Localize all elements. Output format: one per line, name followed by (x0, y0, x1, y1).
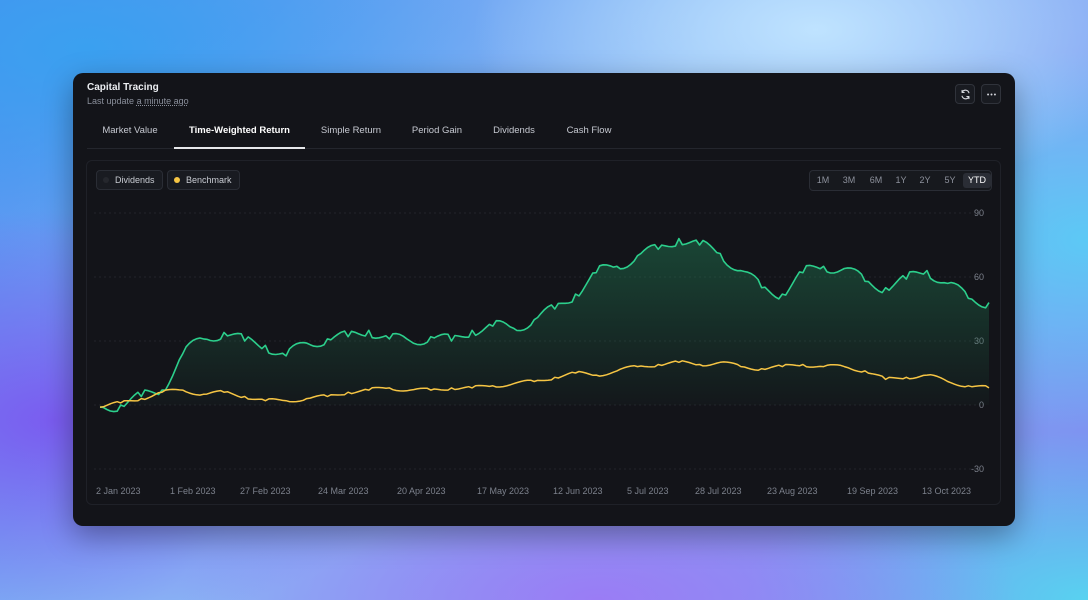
last-update-label: Last update (87, 96, 135, 106)
x-tick-label: 19 Sep 2023 (847, 486, 898, 496)
x-tick-label: 23 Aug 2023 (767, 486, 818, 496)
refresh-icon (961, 89, 969, 99)
more-horizontal-icon (986, 93, 996, 95)
x-tick-label: 2 Jan 2023 (96, 486, 141, 496)
x-tick-label: 20 Apr 2023 (397, 486, 446, 496)
chart-panel: Dividends Benchmark 1M 3M 6M 1Y 2Y 5Y YT… (86, 160, 1001, 505)
twr-line-chart: 9060300-30 2 Jan 20231 Feb 202327 Feb 20… (94, 208, 990, 496)
series (99, 237, 990, 413)
x-axis: 2 Jan 2023 1 Feb 2023 27 Feb 2023 24 Mar 20… (96, 486, 971, 496)
x-tick-label: 28 Jul 2023 (695, 486, 742, 496)
return-area (100, 238, 989, 412)
x-tick-label: 24 Mar 2023 (318, 486, 369, 496)
x-tick-label: 13 Oct 2023 (922, 486, 971, 496)
tab-dividends[interactable]: Dividends (480, 118, 548, 147)
tab-bar: Market Value Time-Weighted Return Simple… (87, 118, 1001, 149)
tab-time-weighted-return[interactable]: Time-Weighted Return (174, 118, 305, 149)
x-tick-label: 1 Feb 2023 (170, 486, 216, 496)
tab-simple-return[interactable]: Simple Return (309, 118, 393, 147)
tab-cash-flow[interactable]: Cash Flow (554, 118, 624, 147)
y-tick-label: -30 (971, 464, 984, 474)
card-subtitle: Last update a minute ago (87, 96, 189, 106)
x-tick-label: 17 May 2023 (477, 486, 529, 496)
card-title: Capital Tracing (87, 82, 159, 93)
x-tick-label: 12 Jun 2023 (553, 486, 603, 496)
more-button[interactable] (981, 84, 1001, 104)
x-tick-label: 5 Jul 2023 (627, 486, 669, 496)
last-update-time: a minute ago (136, 96, 189, 106)
y-tick-label: 90 (974, 208, 984, 218)
refresh-button[interactable] (955, 84, 975, 104)
capital-tracing-card: Capital Tracing Last update a minute ago… (73, 73, 1015, 526)
y-tick-label: 60 (974, 272, 984, 282)
tab-period-gain[interactable]: Period Gain (402, 118, 472, 147)
x-tick-label: 27 Feb 2023 (240, 486, 291, 496)
tab-market-value[interactable]: Market Value (87, 118, 173, 147)
